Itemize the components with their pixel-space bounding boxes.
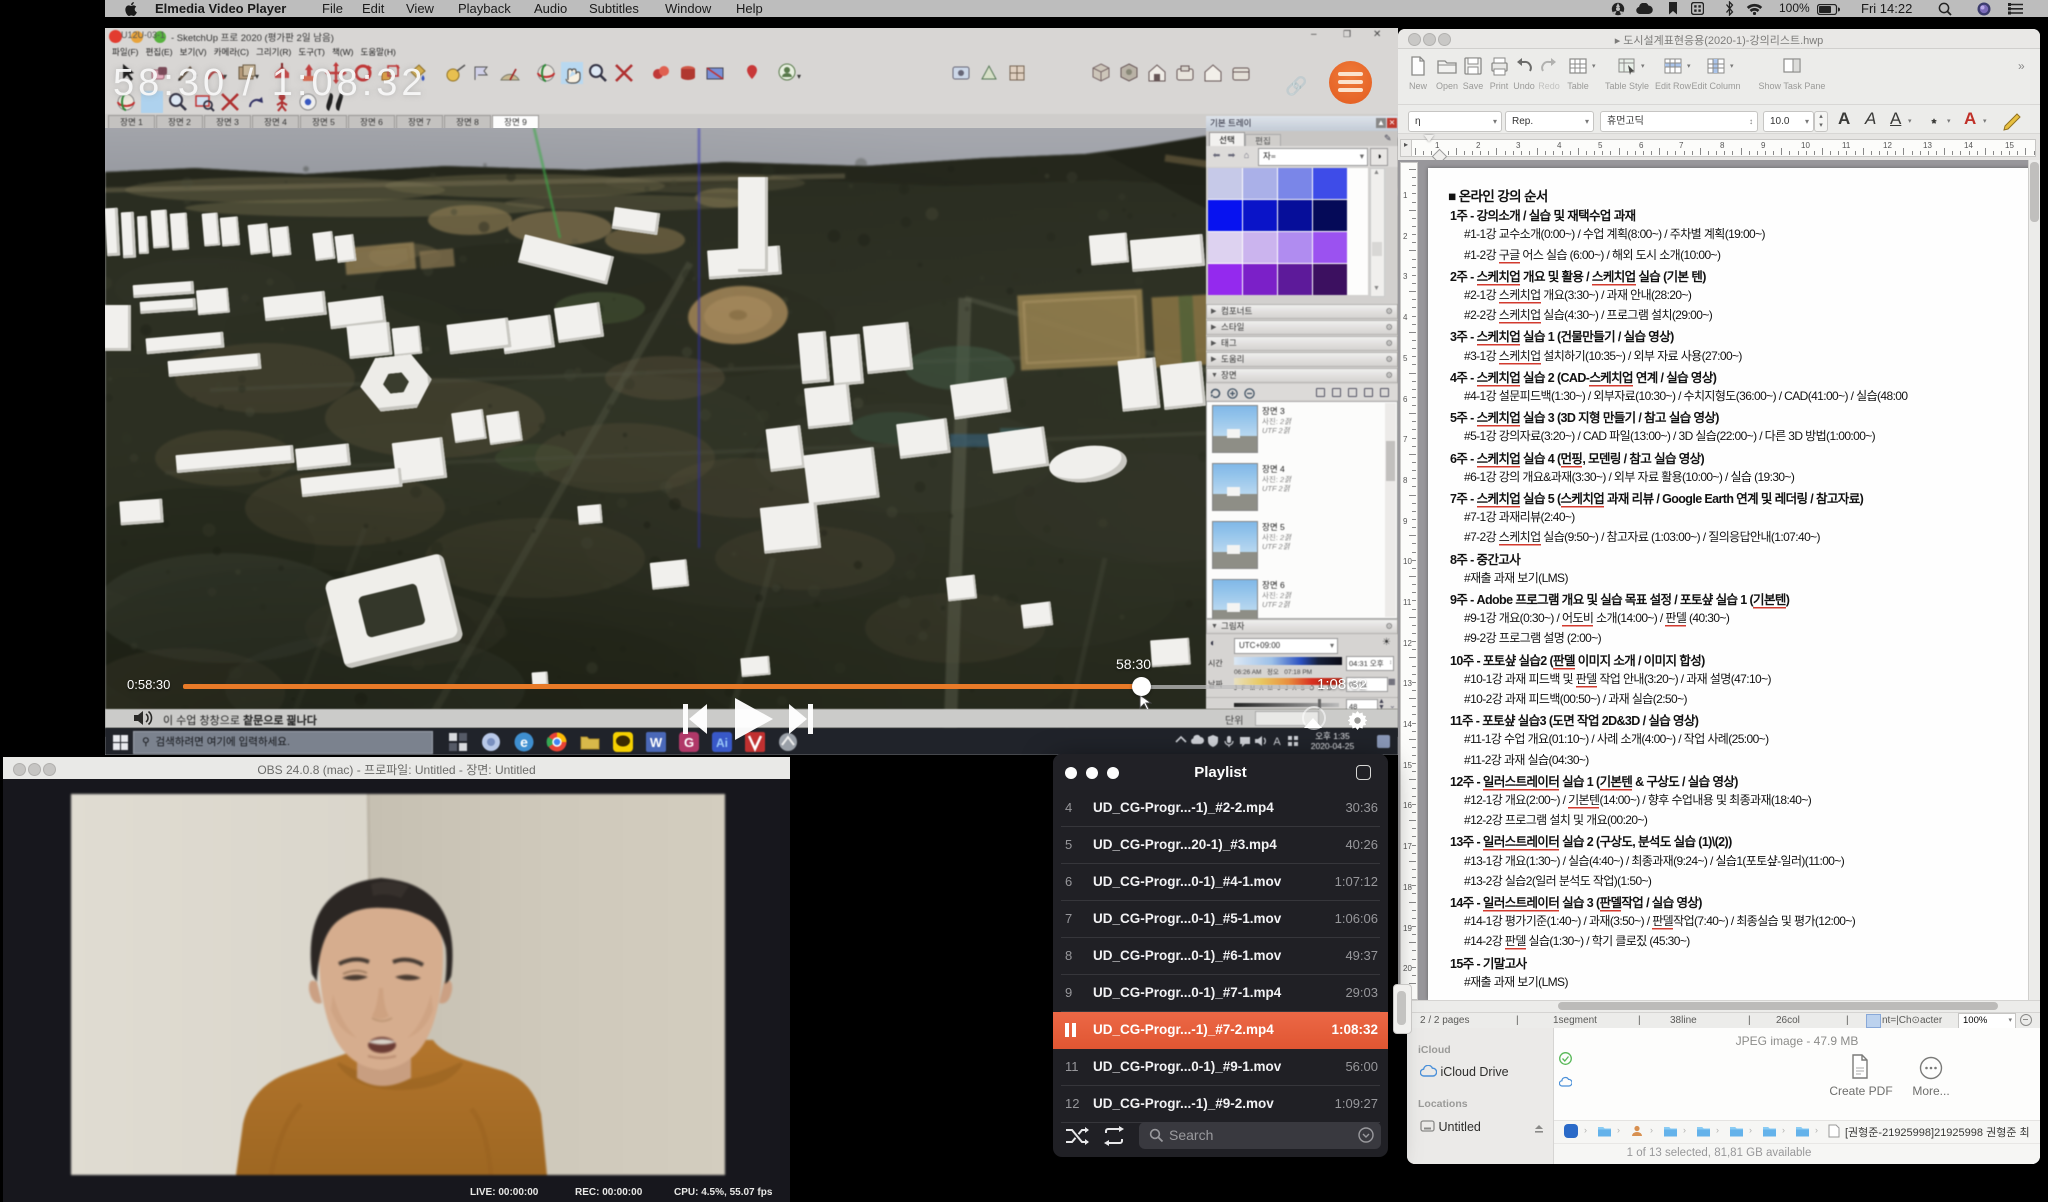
svg-text:W: W	[650, 735, 663, 750]
svg-text:A: A	[1273, 736, 1281, 748]
svg-text:e: e	[520, 734, 528, 750]
